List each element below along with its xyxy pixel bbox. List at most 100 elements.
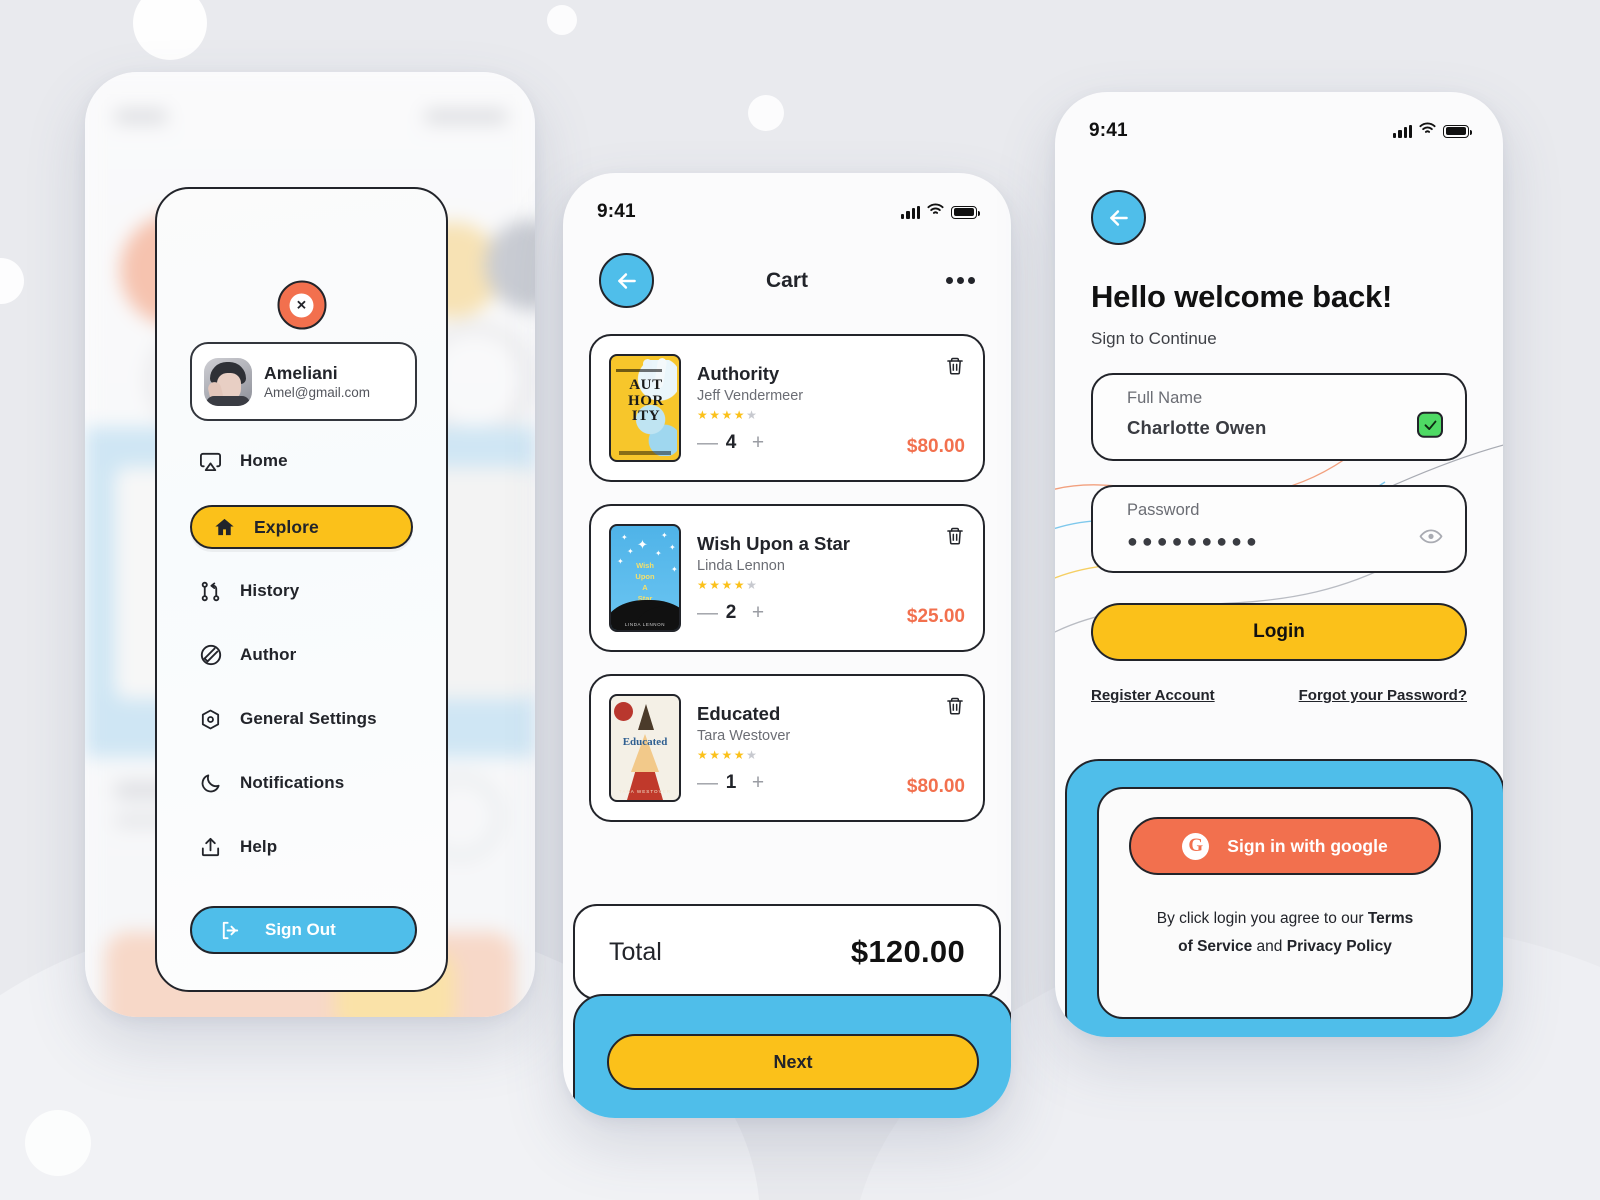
- cart-item[interactable]: ✦ ✦ ✦ ✦ ✦ ✦ ✦ ✦ Wish Upon A Star LINDA LENN…: [589, 504, 985, 652]
- item-price: $80.00: [906, 776, 965, 797]
- status-bar: 9:41: [1055, 92, 1503, 142]
- hexagon-gear-icon: [198, 707, 223, 732]
- background-circle: [547, 5, 577, 35]
- decrease-quantity-button[interactable]: —: [697, 602, 718, 623]
- sidebar-item-history[interactable]: History: [190, 571, 413, 611]
- full-name-field[interactable]: Full Name Charlotte Owen: [1091, 373, 1467, 461]
- background-circle: [133, 0, 207, 60]
- sidebar-item-author[interactable]: Author: [190, 635, 413, 675]
- terms-line1-a: By click login you agree to our: [1156, 910, 1368, 927]
- google-g-icon: G: [1182, 832, 1210, 860]
- quantity-value: 1: [725, 771, 737, 793]
- trash-icon: [947, 357, 963, 375]
- decrease-quantity-button[interactable]: —: [697, 432, 718, 453]
- cart-total-card: Total $120.00: [573, 904, 1001, 1000]
- page-subtitle: Sign to Continue: [1091, 329, 1217, 348]
- background-circle: [25, 1110, 91, 1176]
- sign-out-button[interactable]: Sign Out: [190, 906, 417, 954]
- page-title: Hello welcome back!: [1091, 279, 1393, 314]
- forgot-password-link[interactable]: Forgot your Password?: [1299, 687, 1467, 704]
- airplay-icon: [198, 449, 223, 474]
- increase-quantity-button[interactable]: +: [751, 432, 765, 453]
- sidebar-item-explore[interactable]: Explore: [190, 505, 413, 549]
- trash-icon: [947, 697, 963, 715]
- google-sign-in-label: Sign in with google: [1227, 835, 1388, 856]
- delete-item-button[interactable]: [945, 696, 965, 721]
- trash-icon: [947, 527, 963, 545]
- increase-quantity-button[interactable]: +: [751, 772, 765, 793]
- item-price: $25.00: [906, 606, 965, 627]
- drawer-close-button[interactable]: ✕: [277, 280, 326, 330]
- background-circle: [0, 258, 24, 304]
- background-circle: [748, 95, 784, 131]
- privacy-policy-link[interactable]: Privacy Policy: [1287, 938, 1392, 955]
- back-button[interactable]: [1091, 190, 1146, 245]
- phone-screen-login: 9:41 Hello welcome back! Sign to Continu…: [1055, 92, 1503, 1037]
- sign-out-label: Sign Out: [265, 920, 336, 939]
- login-links: Register Account Forgot your Password?: [1091, 687, 1467, 704]
- sidebar-item-label: Notifications: [240, 773, 345, 792]
- profile-email: Amel@gmail.com: [264, 385, 370, 400]
- login-footer-panel: G Sign in with google By click login you…: [1065, 759, 1503, 1037]
- decrease-quantity-button[interactable]: —: [697, 772, 718, 793]
- battery-icon: [951, 205, 981, 219]
- arrow-left-icon: [1109, 209, 1128, 226]
- sidebar-item-label: General Settings: [240, 709, 377, 728]
- wish-upon-a-star-book-cover: ✦ ✦ ✦ ✦ ✦ ✦ ✦ ✦ Wish Upon A Star LINDA LENN…: [609, 524, 681, 632]
- sidebar-item-label: History: [240, 581, 300, 600]
- google-sign-in-button[interactable]: G Sign in with google: [1129, 817, 1441, 875]
- sidebar-item-label: Home: [240, 451, 288, 470]
- phone-screen-drawer: ✕ Ameliani Amel@gmail.com Home Explore H…: [85, 72, 535, 1017]
- terms-text: By click login you agree to our Terms of…: [1129, 905, 1441, 961]
- signal-icon: [1393, 124, 1412, 138]
- wifi-icon: [927, 203, 944, 221]
- login-button[interactable]: Login: [1091, 603, 1467, 661]
- check-icon: [1417, 411, 1443, 438]
- pen-circle-icon: [198, 643, 223, 668]
- share-upload-icon: [198, 835, 223, 860]
- register-account-link[interactable]: Register Account: [1091, 687, 1215, 704]
- cart-item-list: AUT HOR ITY Authority Jeff Vendermeer ★ ★ ★ ★…: [563, 308, 1011, 822]
- sidebar-item-home[interactable]: Home: [190, 441, 413, 481]
- more-horizontal-icon[interactable]: [920, 277, 975, 284]
- avatar: [204, 357, 252, 406]
- sidebar-item-notifications[interactable]: Notifications: [190, 763, 413, 803]
- full-name-label: Full Name: [1127, 389, 1203, 407]
- profile-name: Ameliani: [264, 363, 338, 383]
- sidebar-item-help[interactable]: Help: [190, 827, 413, 867]
- increase-quantity-button[interactable]: +: [751, 602, 765, 623]
- cart-item[interactable]: AUT HOR ITY Authority Jeff Vendermeer ★ ★ ★ ★…: [589, 334, 985, 482]
- full-name-value: Charlotte Owen: [1127, 417, 1267, 438]
- terms-of-service-link-cont[interactable]: of Service: [1178, 938, 1252, 955]
- quantity-value: 4: [725, 431, 737, 453]
- cart-item[interactable]: Educated TARA WESTOVER Educated Tara Wes…: [589, 674, 985, 822]
- navigation-drawer: ✕ Ameliani Amel@gmail.com Home Explore H…: [155, 187, 448, 992]
- terms-of-service-link[interactable]: Terms: [1368, 910, 1413, 927]
- delete-item-button[interactable]: [945, 526, 965, 551]
- logout-icon: [218, 918, 243, 943]
- wifi-icon: [1419, 122, 1436, 140]
- git-branch-icon: [198, 579, 223, 604]
- total-label: Total: [609, 937, 662, 966]
- sidebar-item-general-settings[interactable]: General Settings: [190, 699, 413, 739]
- educated-book-cover: Educated TARA WESTOVER: [609, 694, 681, 802]
- sidebar-item-label: Help: [240, 837, 278, 856]
- password-field[interactable]: Password ●●●●●●●●●: [1091, 485, 1467, 573]
- next-button[interactable]: Next: [607, 1034, 979, 1090]
- profile-card[interactable]: Ameliani Amel@gmail.com: [190, 342, 417, 421]
- delete-item-button[interactable]: [945, 356, 965, 381]
- terms-and: and: [1252, 938, 1287, 955]
- login-form: Hello welcome back! Sign to Continue Ful…: [1055, 142, 1503, 704]
- close-icon: ✕: [289, 293, 314, 317]
- arrow-left-icon: [617, 272, 636, 289]
- back-button[interactable]: [599, 253, 654, 308]
- page-title: Cart: [765, 268, 808, 292]
- cart-header: Cart: [563, 223, 1011, 308]
- total-value: $120.00: [850, 934, 965, 969]
- eye-icon[interactable]: [1419, 528, 1443, 550]
- moon-icon: [198, 771, 223, 796]
- cart-footer: Next: [573, 994, 1011, 1118]
- battery-icon: [1443, 124, 1473, 138]
- status-time: 9:41: [597, 201, 636, 222]
- password-value: ●●●●●●●●●: [1127, 531, 1261, 551]
